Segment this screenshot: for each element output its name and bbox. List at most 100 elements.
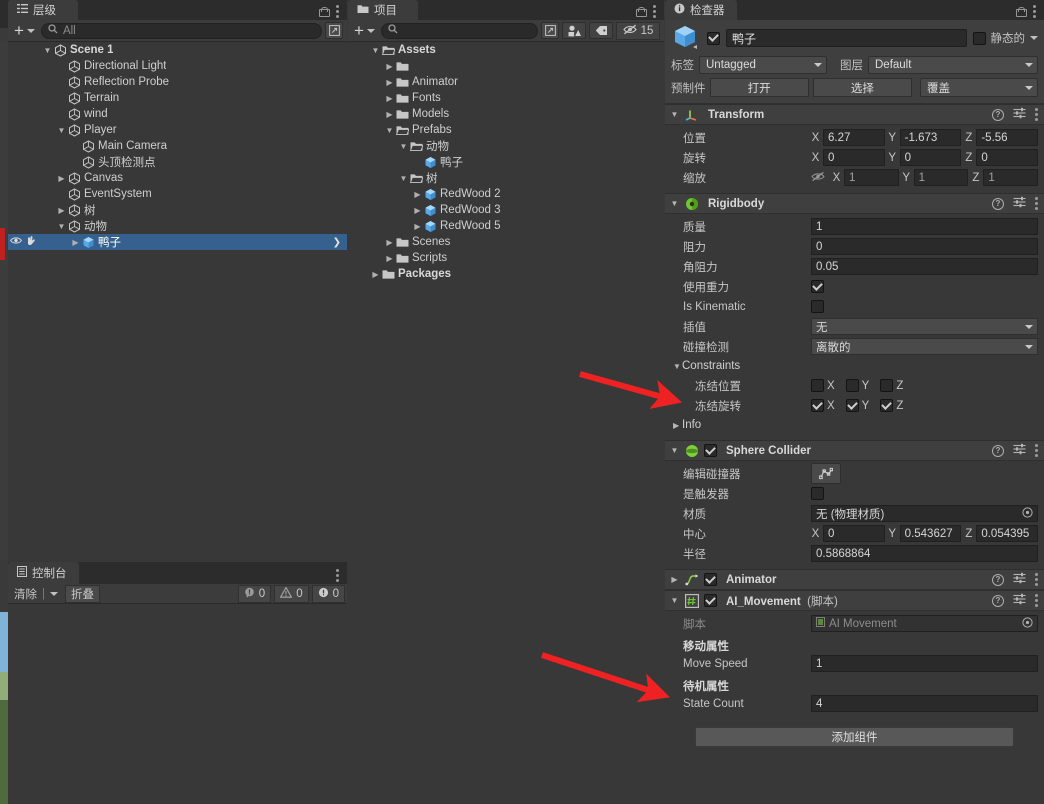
pickability-hand-icon[interactable] — [25, 235, 36, 249]
component-header[interactable]: ▼ Rigidbody? — [665, 193, 1044, 214]
filter-by-type-button[interactable] — [562, 22, 586, 39]
component-fold-arrow[interactable]: ▼ — [669, 446, 680, 455]
property-value-input[interactable]: 0.5868864 — [811, 545, 1038, 562]
component-fold-arrow[interactable]: ▼ — [669, 110, 680, 119]
property-checkbox[interactable] — [811, 300, 824, 313]
axis-input-z[interactable]: -5.56 — [976, 129, 1039, 146]
filter-by-label-button[interactable] — [589, 22, 613, 39]
console-clear-button[interactable]: 清除 | — [10, 584, 62, 603]
object-picker-icon[interactable] — [1022, 506, 1033, 521]
prefab-open-button[interactable]: 打开 — [709, 78, 809, 97]
tree-row[interactable]: Packages — [348, 266, 664, 282]
rigidbody-menu-icon[interactable] — [1035, 197, 1038, 210]
tree-expand-arrow[interactable] — [384, 62, 395, 71]
help-icon[interactable]: ? — [992, 594, 1004, 607]
tree-expand-arrow[interactable] — [384, 254, 395, 263]
console-log-area[interactable] — [8, 604, 347, 804]
preset-icon[interactable] — [1013, 196, 1026, 211]
axis-input-y[interactable]: -1.673 — [899, 129, 962, 146]
tree-expand-arrow[interactable] — [384, 126, 395, 135]
tree-expand-arrow[interactable] — [70, 238, 81, 247]
tree-row[interactable]: 动物 — [8, 218, 347, 234]
tree-row[interactable]: Reflection Probe — [8, 74, 347, 90]
hierarchy-add-button[interactable]: + — [12, 22, 38, 39]
component-enabled-checkbox[interactable] — [704, 573, 717, 586]
property-value-input[interactable]: 1 — [811, 655, 1038, 672]
object-enabled-checkbox[interactable] — [707, 31, 720, 45]
transform-menu-icon[interactable] — [1035, 108, 1038, 121]
constraints-fold-arrow[interactable]: ▼ — [671, 362, 682, 371]
property-value-input[interactable]: 1 — [811, 218, 1038, 235]
tree-expand-arrow[interactable] — [56, 126, 67, 135]
tree-row[interactable]: 树 — [348, 170, 664, 186]
tree-expand-arrow[interactable] — [384, 94, 395, 103]
static-dropdown-icon[interactable] — [1030, 36, 1038, 40]
scale-lock-icon[interactable] — [811, 171, 825, 185]
tree-row[interactable]: Animator — [348, 74, 664, 90]
tree-row[interactable]: Scenes — [348, 234, 664, 250]
tab-hierarchy[interactable]: 层级 — [8, 0, 78, 20]
object-field[interactable]: 无 (物理材质) — [811, 505, 1038, 522]
tree-row[interactable]: Directional Light — [8, 58, 347, 74]
object-name-input[interactable]: 鸭子 — [726, 29, 967, 47]
property-dropdown[interactable]: 无 — [811, 318, 1038, 335]
axis-input-x[interactable]: 6.27 — [823, 129, 885, 146]
property-value-input[interactable]: 4 — [811, 695, 1038, 712]
help-icon[interactable]: ? — [992, 197, 1004, 210]
tree-row[interactable]: RedWood 3 — [348, 202, 664, 218]
tree-expand-arrow[interactable] — [412, 190, 423, 199]
project-menu-icon[interactable] — [653, 5, 656, 18]
constraints-foldout[interactable]: ▼ Constraints — [671, 357, 1038, 375]
component-fold-arrow[interactable]: ▼ — [669, 199, 680, 208]
axis-input-y[interactable]: 0 — [899, 149, 962, 166]
tree-row[interactable]: RedWood 2 — [348, 186, 664, 202]
preset-icon[interactable] — [1013, 593, 1026, 608]
freeze-position-x-checkbox[interactable] — [811, 379, 824, 392]
info-foldout[interactable]: ▶ Info — [671, 416, 1038, 434]
tree-row[interactable]: Canvas — [8, 170, 347, 186]
tab-console[interactable]: 控制台 — [8, 562, 79, 584]
project-search-input[interactable] — [380, 22, 538, 39]
axis-input-y[interactable]: 0.543627 — [899, 525, 962, 542]
console-error-filter[interactable]: 0 — [237, 584, 272, 603]
axis-input-x[interactable]: 0 — [823, 149, 885, 166]
lock-icon[interactable] — [319, 6, 330, 17]
hidden-items-toggle[interactable]: 15 — [616, 21, 660, 40]
static-checkbox[interactable] — [972, 31, 986, 45]
tab-project[interactable]: 项目 — [348, 0, 418, 20]
property-checkbox[interactable] — [811, 280, 824, 293]
tree-row[interactable]: Main Camera — [8, 138, 347, 154]
tree-row[interactable]: Player — [8, 122, 347, 138]
component-header[interactable]: ▶ Animator? — [665, 569, 1044, 590]
tree-expand-arrow[interactable] — [398, 174, 409, 183]
console-info-filter[interactable]: 0 — [311, 584, 345, 603]
component-enabled-checkbox[interactable] — [704, 594, 717, 607]
component-fold-arrow[interactable]: ▶ — [669, 575, 680, 584]
help-icon[interactable]: ? — [992, 444, 1004, 457]
tree-expand-arrow[interactable] — [384, 110, 395, 119]
tree-expand-arrow[interactable] — [412, 222, 423, 231]
tree-expand-arrow[interactable] — [398, 142, 409, 151]
axis-input-x[interactable]: 0 — [823, 525, 885, 542]
prefab-select-button[interactable]: 选择 — [812, 78, 912, 97]
axis-input-z[interactable]: 0 — [976, 149, 1039, 166]
preset-icon[interactable] — [1013, 107, 1026, 122]
freeze-position-z-checkbox[interactable] — [880, 379, 894, 392]
tree-row-selected[interactable]: 鸭子 ❯ — [8, 234, 347, 250]
lock-icon[interactable] — [636, 6, 647, 17]
axis-input-x[interactable]: 1 — [844, 169, 899, 186]
console-warning-filter[interactable]: 0 — [274, 584, 309, 603]
component-header[interactable]: ▼ Sphere Collider? — [665, 440, 1044, 461]
property-dropdown[interactable]: 离散的 — [811, 338, 1038, 355]
object-field[interactable]: AI Movement — [811, 615, 1038, 632]
tree-row[interactable]: 鸭子 — [348, 154, 664, 170]
component-enabled-checkbox[interactable] — [704, 444, 717, 457]
inspector-menu-icon[interactable] — [1033, 5, 1036, 18]
edit-collider-icon[interactable] — [811, 463, 841, 484]
property-value-input[interactable]: 0 — [811, 238, 1038, 255]
animator-menu-icon[interactable] — [1035, 573, 1038, 586]
console-menu-icon[interactable] — [336, 569, 339, 582]
tag-dropdown[interactable]: Untagged — [699, 56, 827, 74]
tree-row[interactable]: wind — [8, 106, 347, 122]
ai-movement-menu-icon[interactable] — [1035, 594, 1038, 607]
